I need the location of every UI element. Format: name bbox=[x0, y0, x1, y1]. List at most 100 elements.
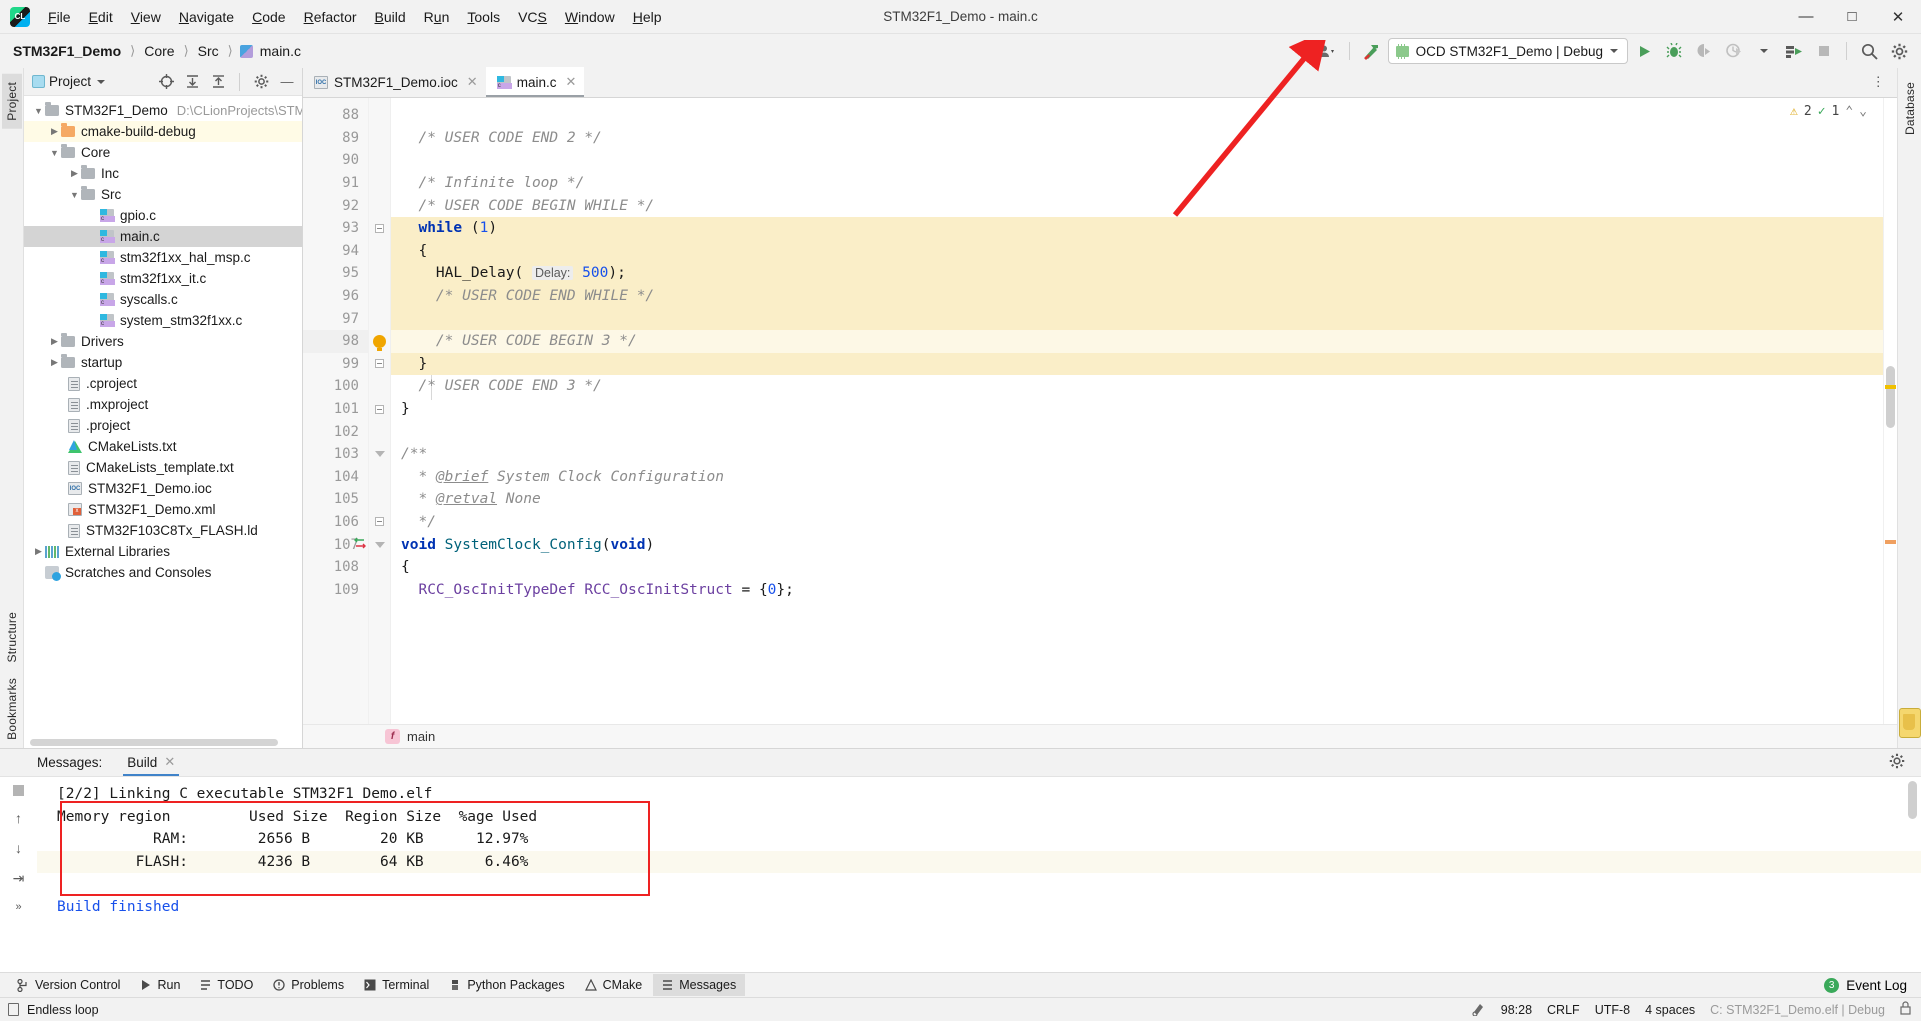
close-icon[interactable]: ✕ bbox=[467, 74, 478, 90]
settings-gear-icon[interactable] bbox=[1885, 38, 1913, 64]
fold-marker-icon[interactable] bbox=[375, 223, 384, 233]
override-arrows-icon[interactable] bbox=[353, 537, 367, 553]
close-icon[interactable]: ✕ bbox=[164, 754, 175, 770]
tree-item-cmake-build-debug[interactable]: ▶ cmake-build-debug bbox=[24, 121, 302, 142]
tree-item-stm32f1xx-it-c[interactable]: stm32f1xx_it.c bbox=[24, 268, 302, 289]
tree-item-stm32f1-demo-xml[interactable]: STM32F1_Demo.xml bbox=[24, 499, 302, 520]
project-horizontal-scrollbar[interactable] bbox=[24, 737, 302, 748]
fold-marker-icon[interactable] bbox=[375, 404, 384, 414]
menu-item-navigate[interactable]: Navigate bbox=[170, 6, 243, 28]
active-configuration[interactable]: C: STM32F1_Demo.elf | Debug bbox=[1710, 1003, 1885, 1017]
breadcrumb-function-name[interactable]: main bbox=[407, 729, 435, 744]
tree-item-stm32f1xx-hal-msp-c[interactable]: stm32f1xx_hal_msp.c bbox=[24, 247, 302, 268]
tool-button-terminal[interactable]: Terminal bbox=[355, 974, 438, 996]
code-line[interactable]: /* USER CODE END WHILE */ bbox=[391, 284, 1883, 308]
menu-item-file[interactable]: File bbox=[39, 6, 80, 28]
fold-marker-icon[interactable] bbox=[374, 541, 385, 548]
line-separator[interactable]: CRLF bbox=[1547, 1003, 1580, 1017]
chevron-right-icon[interactable]: ▶ bbox=[32, 546, 45, 557]
build-hammer-icon[interactable] bbox=[1358, 38, 1386, 64]
tree-item-gpio-c[interactable]: gpio.c bbox=[24, 205, 302, 226]
tree-item-external-libraries[interactable]: ▶ External Libraries bbox=[24, 541, 302, 562]
editor-marker-bar[interactable] bbox=[1883, 98, 1897, 724]
tree-item-project[interactable]: .project bbox=[24, 415, 302, 436]
code-line[interactable]: { bbox=[391, 556, 1883, 579]
code-text[interactable]: /* USER CODE END 2 */ /* Infinite loop *… bbox=[391, 98, 1883, 724]
chevron-right-icon[interactable]: ▶ bbox=[48, 357, 61, 368]
code-line[interactable]: } bbox=[391, 398, 1883, 421]
menu-item-view[interactable]: View bbox=[122, 6, 170, 28]
coffee-widget-icon[interactable] bbox=[1898, 708, 1921, 738]
chevron-down-icon[interactable]: ▼ bbox=[48, 148, 61, 158]
console-scrollbar-thumb[interactable] bbox=[1908, 781, 1917, 819]
tree-item-drivers[interactable]: ▶ Drivers bbox=[24, 331, 302, 352]
minimize-icon[interactable]: — bbox=[1783, 0, 1829, 34]
intention-bulb-icon[interactable] bbox=[373, 334, 386, 351]
profile-icon[interactable] bbox=[1720, 38, 1748, 64]
tree-item-stm32f1-demo[interactable]: ▼ STM32F1_Demo D:\CLionProjects\STM bbox=[24, 100, 302, 121]
indent-setting[interactable]: 4 spaces bbox=[1645, 1003, 1695, 1017]
tab-stm32f1-demo-ioc[interactable]: IOC STM32F1_Demo.ioc ✕ bbox=[303, 67, 486, 97]
doc-tag-brief[interactable]: @brief bbox=[436, 469, 488, 485]
menu-item-tools[interactable]: Tools bbox=[458, 6, 509, 28]
chevron-down-icon[interactable] bbox=[1750, 38, 1778, 64]
breadcrumb-project[interactable]: STM32F1_Demo bbox=[11, 43, 123, 59]
scroll-up-icon[interactable]: ↑ bbox=[15, 810, 22, 826]
lock-icon[interactable] bbox=[1900, 1001, 1911, 1018]
marker-warning[interactable] bbox=[1885, 385, 1896, 389]
chevron-right-icon[interactable]: ▶ bbox=[48, 336, 61, 347]
settings-gear-icon[interactable] bbox=[1889, 753, 1921, 772]
project-tree[interactable]: ▼ STM32F1_Demo D:\CLionProjects\STM ▶ cm… bbox=[24, 96, 302, 737]
caret-position[interactable]: 98:28 bbox=[1501, 1003, 1532, 1017]
run-icon[interactable] bbox=[1630, 38, 1658, 64]
chevron-down-icon[interactable]: ▼ bbox=[32, 106, 45, 116]
tree-item-syscalls-c[interactable]: syscalls.c bbox=[24, 289, 302, 310]
breadcrumb-core[interactable]: Core bbox=[142, 43, 176, 59]
editor-fold-column[interactable] bbox=[354, 98, 391, 724]
tool-button-python-packages[interactable]: Python Packages bbox=[440, 974, 573, 996]
code-line[interactable]: /* USER CODE BEGIN WHILE */ bbox=[391, 194, 1883, 217]
inspection-widget[interactable]: ⚠ 2 ✓ 1 ⌃ ⌄ bbox=[1790, 104, 1867, 119]
code-line[interactable] bbox=[391, 149, 1883, 172]
code-line[interactable]: /** bbox=[391, 443, 1883, 466]
settings-gear-icon[interactable] bbox=[250, 71, 272, 93]
chevron-down-icon[interactable] bbox=[97, 79, 106, 84]
attach-to-process-icon[interactable] bbox=[1780, 38, 1808, 64]
tree-item-inc[interactable]: ▶ Inc bbox=[24, 163, 302, 184]
stop-icon[interactable] bbox=[1810, 38, 1838, 64]
chevron-right-icon[interactable]: ▶ bbox=[68, 168, 81, 179]
marker-warning[interactable] bbox=[1885, 540, 1896, 544]
stop-icon[interactable] bbox=[13, 785, 24, 796]
inspection-level-icon[interactable] bbox=[1472, 1001, 1486, 1019]
code-line[interactable]: * @brief System Clock Configuration bbox=[391, 466, 1883, 489]
code-line[interactable]: /* USER CODE END 2 */ bbox=[391, 127, 1883, 150]
debug-icon[interactable] bbox=[1660, 38, 1688, 64]
tool-button-todo[interactable]: TODO bbox=[191, 974, 262, 996]
wrap-text-icon[interactable]: ⇥ bbox=[13, 870, 25, 887]
code-line[interactable] bbox=[391, 420, 1883, 443]
tab-build[interactable]: Build ✕ bbox=[120, 750, 182, 776]
sidebar-item-structure[interactable]: Structure bbox=[2, 604, 22, 671]
tool-button-problems[interactable]: Problems bbox=[264, 974, 353, 996]
tree-item-src[interactable]: ▼ Src bbox=[24, 184, 302, 205]
tree-item-stm32f103c8tx-flash-ld[interactable]: STM32F103C8Tx_FLASH.ld bbox=[24, 520, 302, 541]
tool-button-messages[interactable]: Messages bbox=[653, 974, 746, 996]
menu-item-refactor[interactable]: Refactor bbox=[295, 6, 366, 28]
collapse-all-icon[interactable] bbox=[207, 71, 229, 93]
chevron-down-icon[interactable]: ▼ bbox=[68, 190, 81, 200]
tree-item-cmakelists-template-txt[interactable]: CMakeLists_template.txt bbox=[24, 457, 302, 478]
run-with-coverage-icon[interactable] bbox=[1690, 38, 1718, 64]
sidebar-item-database[interactable]: Database bbox=[1900, 74, 1920, 143]
code-line[interactable]: */ bbox=[391, 511, 1883, 534]
sidebar-item-project[interactable]: Project bbox=[1, 74, 22, 129]
doc-tag-retval[interactable]: @retval bbox=[436, 491, 497, 507]
close-icon[interactable]: ✕ bbox=[1875, 0, 1921, 34]
code-line[interactable]: /* Infinite loop */ bbox=[391, 172, 1883, 195]
fold-marker-icon[interactable] bbox=[374, 451, 385, 458]
menu-item-vcs[interactable]: VCS bbox=[509, 6, 556, 28]
tool-button-run[interactable]: Run bbox=[131, 974, 189, 996]
tab-main-c[interactable]: main.c ✕ bbox=[485, 67, 585, 97]
chevron-up-icon[interactable]: ⌃ bbox=[1845, 104, 1853, 119]
expand-all-icon[interactable] bbox=[181, 71, 203, 93]
editor-scrollbar-thumb[interactable] bbox=[1886, 366, 1895, 428]
